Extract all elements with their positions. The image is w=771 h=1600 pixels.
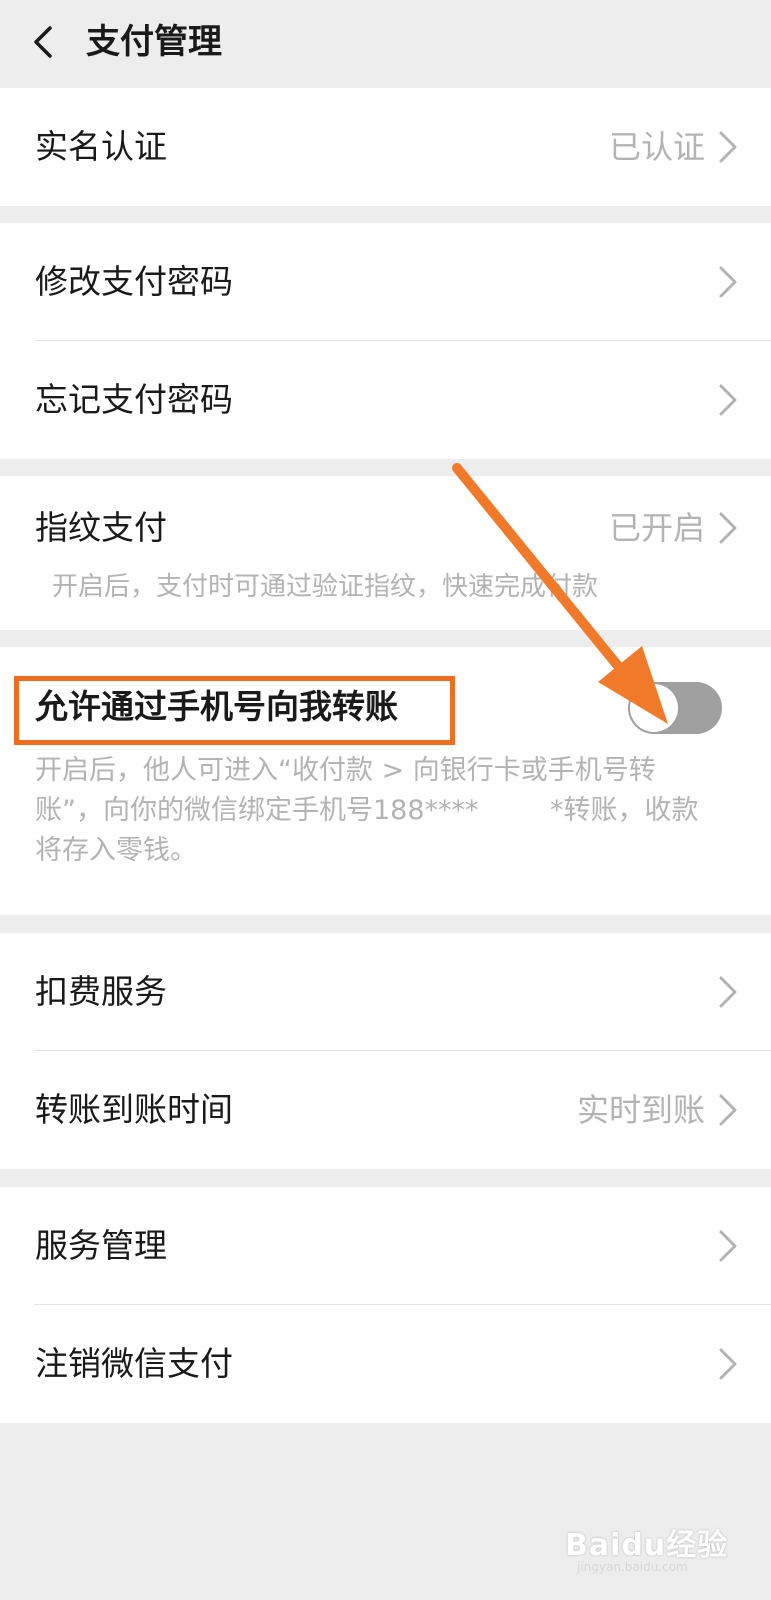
baidu-watermark: Baidu经验 jingyan.baidu.com xyxy=(565,1506,735,1578)
phone-transfer-description-line3: 将存入零钱。 xyxy=(35,835,197,866)
chevron-right-icon xyxy=(719,1230,737,1262)
chevron-right-icon xyxy=(719,1094,737,1126)
back-arrow-icon[interactable] xyxy=(26,22,66,62)
chevron-right-icon xyxy=(719,512,737,544)
watermark-text: Baidu经验 xyxy=(565,1528,729,1563)
row-label: 服务管理 xyxy=(35,1226,167,1265)
group-password: 修改支付密码 忘记支付密码 xyxy=(0,223,771,459)
row-fingerprint-pay[interactable]: 指纹支付 已开启 xyxy=(0,476,771,580)
fingerprint-description: 开启后，支付时可通过验证指纹，快速完成付款 xyxy=(52,572,599,602)
row-deduct-service[interactable]: 扣费服务 xyxy=(0,933,771,1051)
group-service: 服务管理 注销微信支付 xyxy=(0,1187,771,1423)
watermark-sub: jingyan.baidu.com xyxy=(577,1560,688,1574)
group-identity: 实名认证 已认证 xyxy=(0,88,771,206)
row-cancel-wechat-pay[interactable]: 注销微信支付 xyxy=(0,1305,771,1423)
toggle-knob xyxy=(630,684,678,732)
row-label: 转账到账时间 xyxy=(35,1090,233,1129)
group-fingerprint: 指纹支付 已开启 开启后，支付时可通过验证指纹，快速完成付款 xyxy=(0,476,771,630)
row-forget-password[interactable]: 忘记支付密码 xyxy=(0,341,771,459)
row-label: 指纹支付 xyxy=(35,508,167,547)
row-label: 扣费服务 xyxy=(35,972,167,1011)
row-real-name[interactable]: 实名认证 已认证 xyxy=(0,88,771,206)
phone-transfer-toggle[interactable] xyxy=(628,682,722,734)
row-label: 实名认证 xyxy=(35,127,167,166)
row-service-management[interactable]: 服务管理 xyxy=(0,1187,771,1305)
page-title: 支付管理 xyxy=(86,22,222,62)
chevron-right-icon xyxy=(719,384,737,416)
row-value: 已开启 xyxy=(608,509,705,547)
chevron-right-icon xyxy=(719,131,737,163)
row-change-password[interactable]: 修改支付密码 xyxy=(0,223,771,341)
phone-transfer-description-line1: 开启后，他人可进入“收付款 > 向银行卡或手机号转 xyxy=(35,755,656,786)
annotation-highlight-box xyxy=(14,676,455,745)
row-value: 已认证 xyxy=(608,128,705,166)
phone-transfer-description-line2a: 账”，向你的微信绑定手机号188**** xyxy=(35,795,479,826)
chevron-right-icon xyxy=(719,976,737,1008)
chevron-right-icon xyxy=(719,1348,737,1380)
row-label: 忘记支付密码 xyxy=(35,380,233,419)
row-arrival-time[interactable]: 转账到账时间 实时到账 xyxy=(0,1051,771,1169)
row-label: 注销微信支付 xyxy=(35,1344,233,1383)
group-transfer: 扣费服务 转账到账时间 实时到账 xyxy=(0,933,771,1169)
chevron-right-icon xyxy=(719,266,737,298)
row-value: 实时到账 xyxy=(576,1091,705,1129)
nav-bar: 支付管理 xyxy=(0,0,771,88)
row-label: 修改支付密码 xyxy=(35,262,233,301)
phone-transfer-description-line2b: *转账，收款 xyxy=(550,795,699,826)
